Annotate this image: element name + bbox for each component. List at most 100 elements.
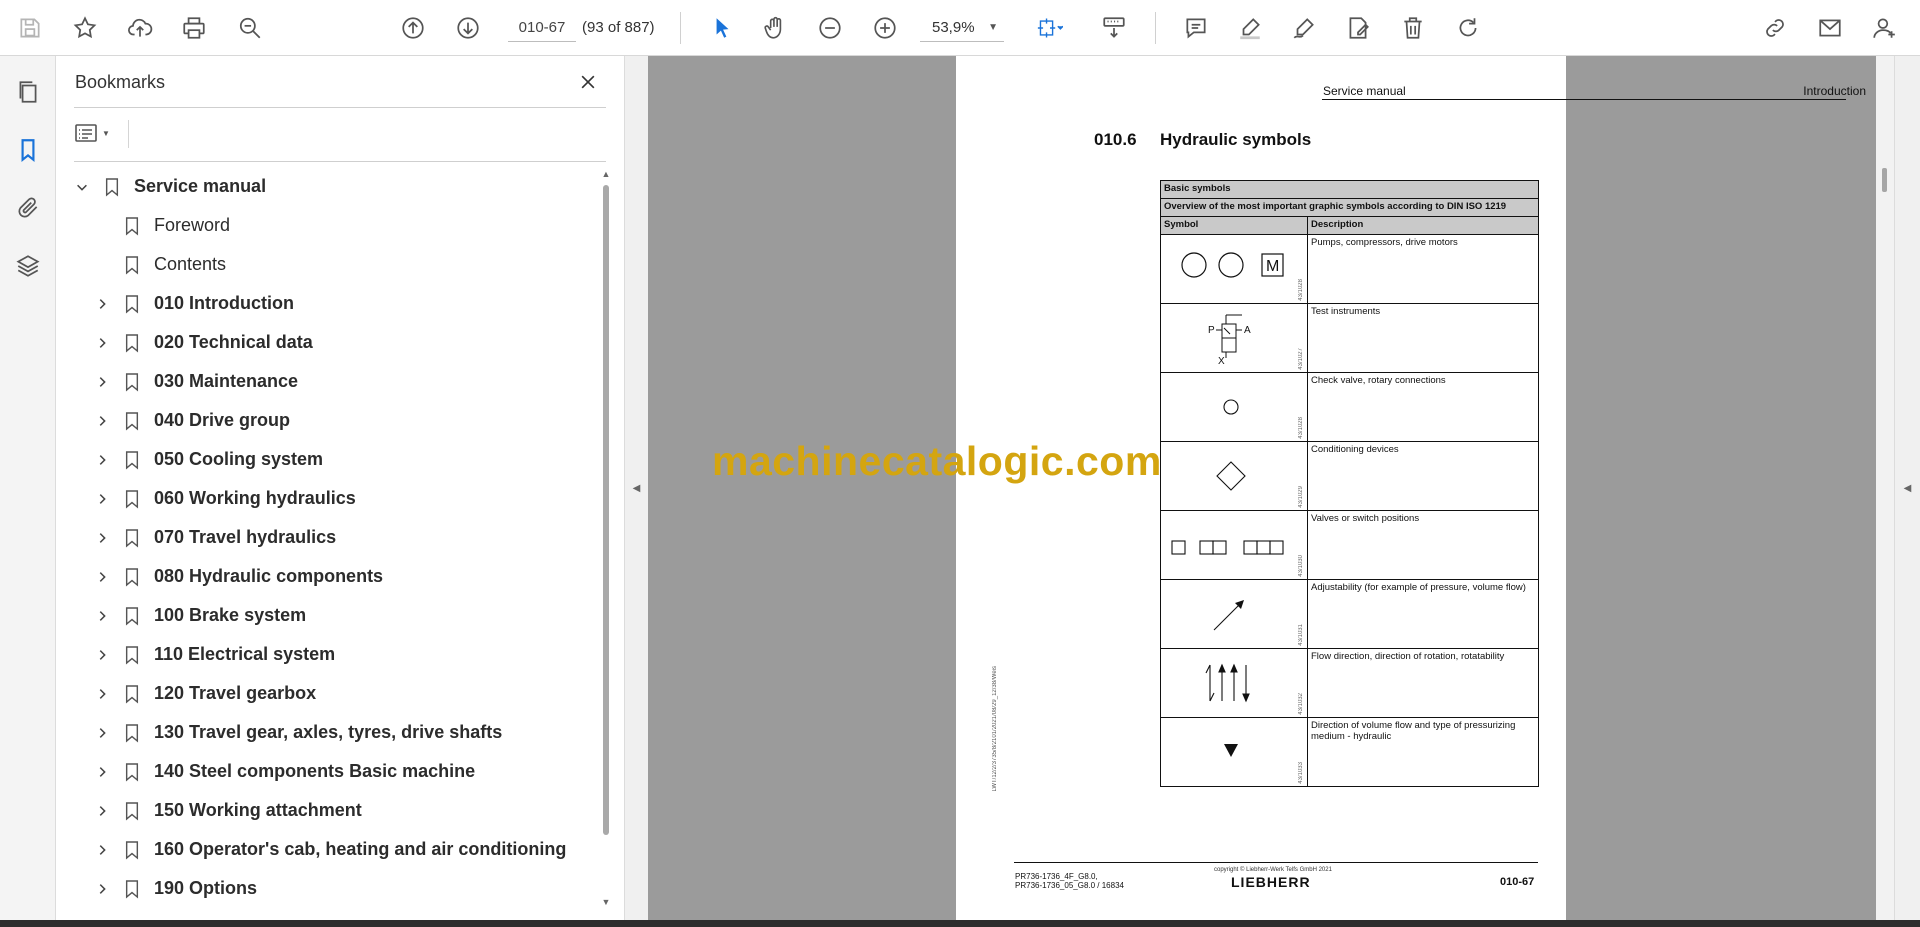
chevron-right-icon[interactable]	[94, 335, 110, 351]
svg-text:A: A	[1244, 325, 1251, 336]
upload-icon[interactable]	[122, 10, 158, 46]
column-header-symbol: Symbol	[1160, 216, 1308, 235]
table-row: M 43/1028 Pumps, compressors, drive motors	[1160, 234, 1539, 304]
close-icon[interactable]	[574, 68, 602, 96]
chevron-right-icon[interactable]	[94, 296, 110, 312]
page-number-input[interactable]	[508, 14, 576, 42]
bookmark-item[interactable]: Contents	[94, 245, 226, 284]
bookmark-icon	[124, 527, 142, 549]
bookmark-item[interactable]: 080 Hydraulic components	[94, 557, 383, 596]
zoom-out-icon[interactable]	[812, 10, 848, 46]
bookmark-icon[interactable]	[10, 132, 46, 168]
email-icon[interactable]	[1812, 10, 1848, 46]
bookmark-item[interactable]: 060 Working hydraulics	[94, 479, 356, 518]
fit-page-icon[interactable]	[1026, 10, 1074, 46]
bookmark-item[interactable]: 150 Working attachment	[94, 791, 362, 830]
fill-sign-icon[interactable]	[1340, 10, 1376, 46]
table-subtitle: Overview of the most important graphic s…	[1160, 198, 1539, 217]
hand-icon[interactable]	[757, 10, 793, 46]
star-icon[interactable]	[67, 10, 103, 46]
document-viewer[interactable]: Service manual Introduction 010.6 Hydrau…	[648, 56, 1876, 920]
share-link-icon[interactable]	[1757, 10, 1793, 46]
figure-id: 43/1031	[1298, 624, 1304, 646]
bookmark-item[interactable]: 190 Options	[94, 869, 257, 908]
chevron-right-icon[interactable]	[94, 842, 110, 858]
chevron-down-icon[interactable]	[74, 179, 90, 195]
bookmark-icon	[124, 410, 142, 432]
chevron-right-icon[interactable]	[94, 725, 110, 741]
print-icon[interactable]	[176, 10, 212, 46]
save-icon[interactable]	[12, 10, 48, 46]
zoom-dropdown[interactable]: 53,9% ▼	[920, 14, 1004, 42]
bookmark-item[interactable]: Service manual	[74, 167, 266, 206]
chevron-right-icon[interactable]	[94, 764, 110, 780]
attachment-icon[interactable]	[10, 190, 46, 226]
collapse-left-panel-button[interactable]: ◀	[624, 56, 648, 920]
chevron-right-icon[interactable]	[94, 374, 110, 390]
collapse-right-panel-button[interactable]: ◀	[1894, 56, 1920, 920]
chevron-left-icon: ◀	[1903, 482, 1912, 494]
bookmark-item[interactable]: 160 Operator's cab, heating and air cond…	[94, 830, 566, 869]
bookmark-item[interactable]: 030 Maintenance	[94, 362, 298, 401]
search-zoom-icon[interactable]	[232, 10, 268, 46]
select-cursor-icon[interactable]	[704, 10, 740, 46]
zoom-value: 53,9%	[932, 19, 975, 36]
rotate-icon[interactable]	[1450, 10, 1486, 46]
zoom-in-icon[interactable]	[867, 10, 903, 46]
chevron-right-icon[interactable]	[94, 491, 110, 507]
chevron-right-icon[interactable]	[94, 530, 110, 546]
chevron-right-icon[interactable]	[94, 569, 110, 585]
footer-model-line-1: PR736-1736_4F_G8.0,	[1015, 872, 1098, 881]
account-icon[interactable]	[1866, 10, 1902, 46]
scroll-mode-icon[interactable]	[1096, 10, 1132, 46]
layers-icon[interactable]	[10, 248, 46, 284]
bookmark-item[interactable]: 050 Cooling system	[94, 440, 323, 479]
pages-icon[interactable]	[10, 74, 46, 110]
page-count: (93 of 887)	[582, 19, 655, 36]
figure-id: 43/1028	[1298, 417, 1304, 439]
chevron-right-icon[interactable]	[94, 608, 110, 624]
bookmark-item[interactable]: 010 Introduction	[94, 284, 294, 323]
bookmark-item[interactable]: 040 Drive group	[94, 401, 290, 440]
scrollbar-thumb[interactable]	[1882, 168, 1887, 192]
description-cell: Direction of volume flow and type of pre…	[1307, 717, 1539, 787]
chevron-right-icon[interactable]	[94, 803, 110, 819]
chevron-right-icon[interactable]	[94, 881, 110, 897]
table-row: P A X 43/1027 Test instruments	[1160, 303, 1539, 373]
chevron-right-icon[interactable]	[94, 647, 110, 663]
comment-icon[interactable]	[1178, 10, 1214, 46]
bookmark-item[interactable]: 110 Electrical system	[94, 635, 335, 674]
navigation-rail	[0, 56, 56, 927]
page-up-icon[interactable]	[395, 10, 431, 46]
motor-letter: M	[1266, 258, 1279, 275]
page-down-icon[interactable]	[450, 10, 486, 46]
highlight-icon[interactable]	[1232, 10, 1268, 46]
figure-id: 43/1028	[1298, 279, 1304, 301]
scrollbar-thumb[interactable]	[603, 185, 609, 835]
chevron-right-icon[interactable]	[94, 413, 110, 429]
delete-icon[interactable]	[1395, 10, 1431, 46]
bookmark-label: 020 Technical data	[154, 332, 313, 352]
figure-id: 43/1033	[1298, 762, 1304, 784]
bookmark-item[interactable]: 020 Technical data	[94, 323, 313, 362]
bookmark-item[interactable]: 120 Travel gearbox	[94, 674, 316, 713]
bookmark-item[interactable]: 130 Travel gear, axles, tyres, drive sha…	[94, 713, 502, 752]
scroll-down-icon[interactable]: ▼	[601, 897, 611, 909]
liebherr-logo: LIEBHERR	[1231, 874, 1311, 890]
sign-icon[interactable]	[1286, 10, 1322, 46]
chevron-right-icon[interactable]	[94, 452, 110, 468]
bookmark-item[interactable]: 070 Travel hydraulics	[94, 518, 336, 557]
scroll-up-icon[interactable]: ▲	[601, 169, 611, 181]
document-scrollbar[interactable]	[1876, 56, 1894, 920]
bookmark-item[interactable]: 140 Steel components Basic machine	[94, 752, 475, 791]
table-row: 43/1028 Check valve, rotary connections	[1160, 372, 1539, 442]
bookmark-item[interactable]: 100 Brake system	[94, 596, 306, 635]
symbol-cell: 43/1028	[1160, 372, 1308, 442]
bookmark-options-button[interactable]: ▼	[74, 118, 122, 148]
table-row: 43/1031 Adjustability (for example of pre…	[1160, 579, 1539, 649]
bookmark-label: 060 Working hydraulics	[154, 488, 356, 508]
bookmark-item[interactable]: Foreword	[94, 206, 230, 245]
bookmark-scrollbar[interactable]: ▲ ▼	[601, 169, 611, 909]
chevron-right-icon[interactable]	[94, 686, 110, 702]
